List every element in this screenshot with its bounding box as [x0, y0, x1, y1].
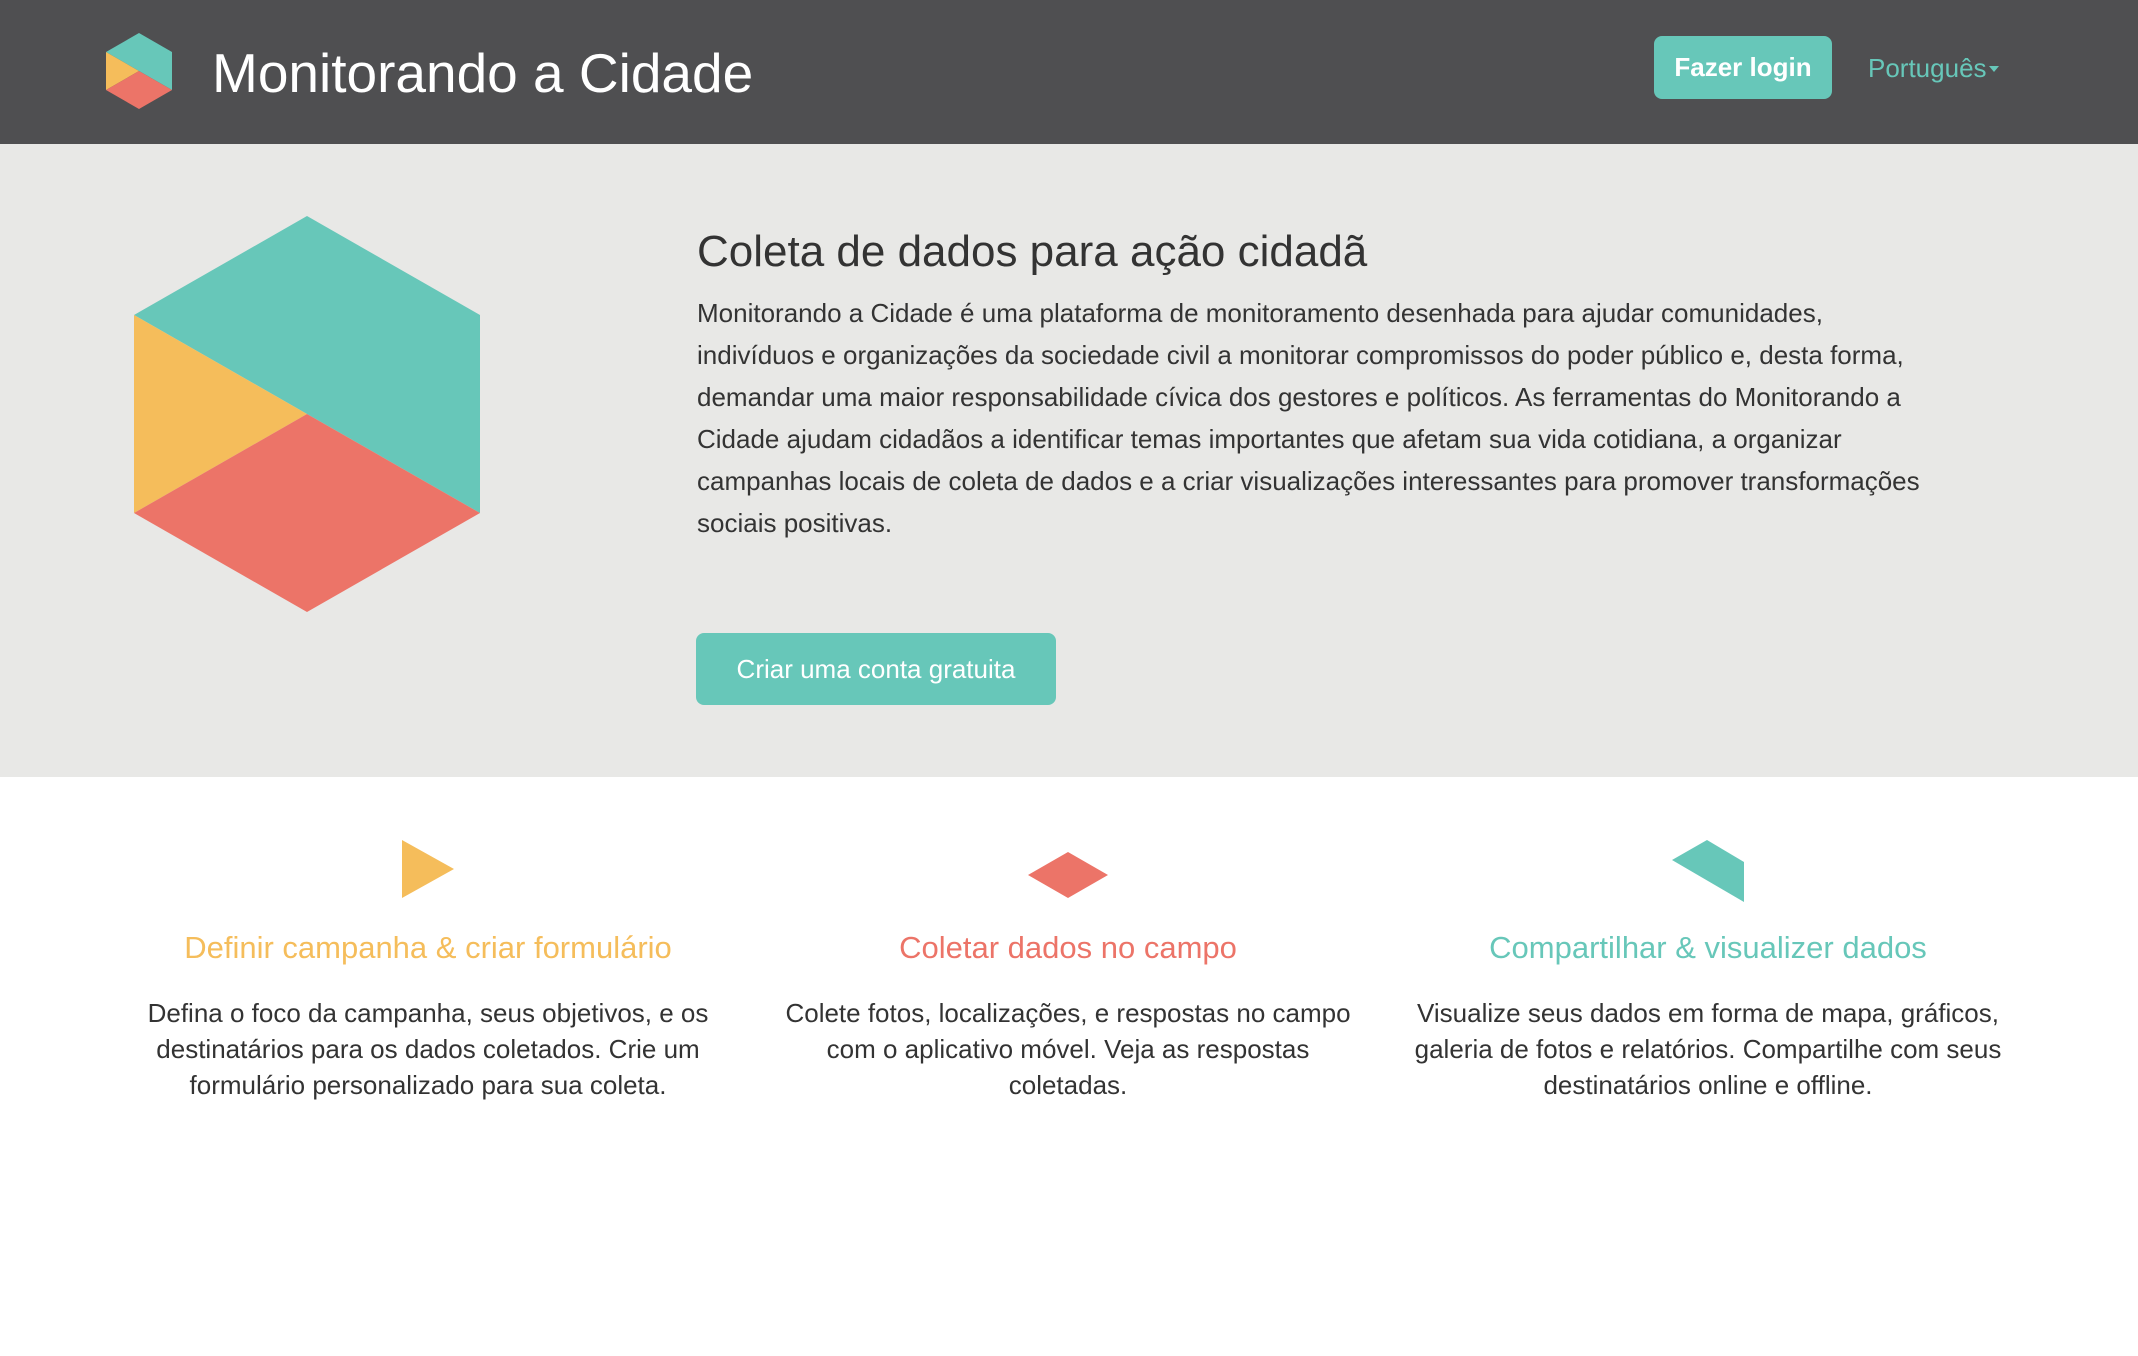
feature-collect-data: Coletar dados no campo Colete fotos, loc… — [768, 840, 1368, 1100]
coral-diamond-icon — [1028, 852, 1108, 898]
hexagon-logo-icon — [134, 216, 480, 612]
feature-text: Colete fotos, localizações, e respostas … — [785, 998, 1351, 1100]
yellow-triangle-icon — [402, 840, 454, 898]
feature-text: Defina o foco da campanha, seus objetivo… — [147, 998, 709, 1100]
create-account-button[interactable]: Criar uma conta gratuita — [696, 633, 1056, 705]
site-title[interactable]: Monitorando a Cidade — [212, 38, 753, 108]
hero-title: Coleta de dados para ação cidadã — [697, 227, 1368, 276]
login-button[interactable]: Fazer login — [1654, 36, 1832, 99]
language-label: Português — [1868, 53, 1987, 83]
language-dropdown[interactable]: Português — [1868, 48, 1999, 88]
teal-shape-icon — [1672, 840, 1744, 902]
hero-description: Monitorando a Cidade é uma plataforma de… — [697, 298, 1920, 538]
feature-title: Definir campanha & criar formulário — [184, 930, 672, 965]
feature-text: Visualize seus dados em forma de mapa, g… — [1414, 998, 2002, 1100]
feature-title: Compartilhar & visualizer dados — [1489, 930, 1927, 965]
feature-share-visualize: Compartilhar & visualizer dados Visualiz… — [1408, 840, 2008, 1100]
caret-down-icon — [1988, 65, 1999, 72]
feature-define-campaign: Definir campanha & criar formulário Defi… — [128, 840, 728, 1100]
top-navbar: Monitorando a Cidade Fazer login Portugu… — [0, 0, 2138, 144]
feature-title: Coletar dados no campo — [899, 930, 1237, 965]
hexagon-logo-icon[interactable] — [106, 33, 172, 109]
hero-section: Coleta de dados para ação cidadã Monitor… — [0, 144, 2138, 777]
